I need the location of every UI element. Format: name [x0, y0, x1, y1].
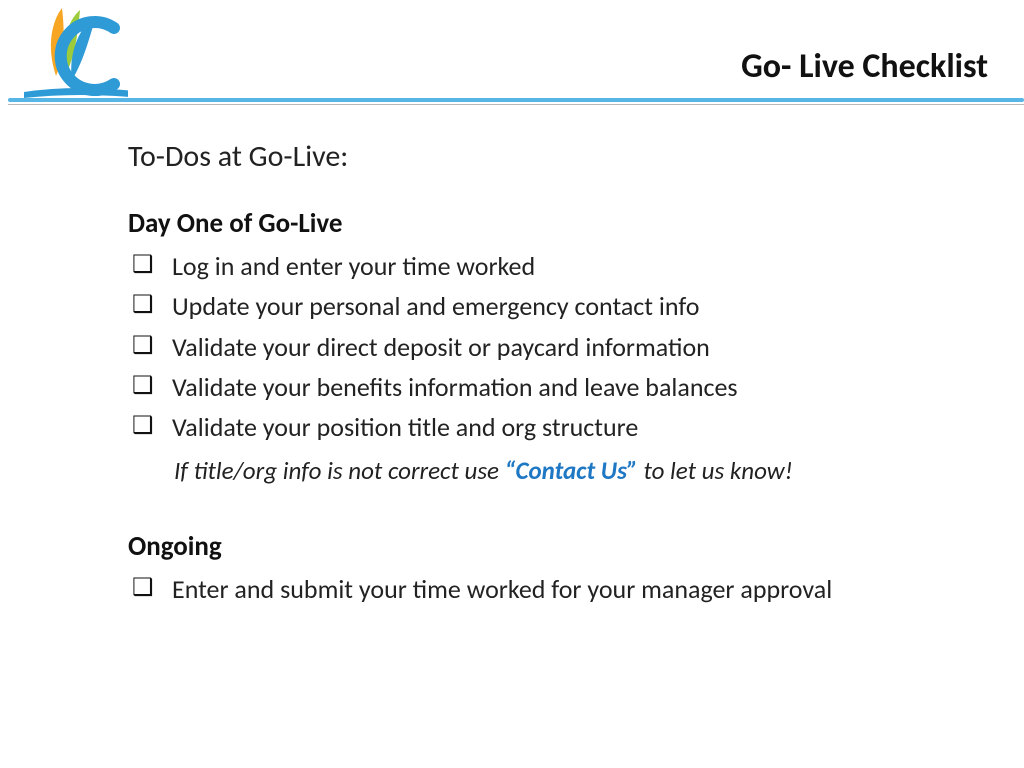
- divider-thick: [8, 98, 1024, 102]
- list-item: Enter and submit your time worked for yo…: [128, 569, 964, 609]
- note-pre: If title/org info is not correct use: [174, 455, 505, 486]
- content-area: To-Dos at Go-Live: Day One of Go-Live Lo…: [0, 110, 1024, 610]
- section-heading: Ongoing: [128, 530, 964, 563]
- page-title: Go- Live Checklist: [741, 46, 988, 87]
- note-highlight: “Contact Us”: [505, 455, 638, 486]
- subtitle: To-Dos at Go-Live:: [128, 138, 964, 175]
- divider-thin: [8, 104, 1024, 105]
- section-ongoing: Ongoing Enter and submit your time worke…: [128, 530, 964, 609]
- list-item: Validate your direct deposit or paycard …: [128, 327, 964, 367]
- section-day-one: Day One of Go-Live Log in and enter your…: [128, 207, 964, 486]
- checklist-day-one: Log in and enter your time worked Update…: [128, 246, 964, 447]
- note-text: If title/org info is not correct use “Co…: [128, 455, 964, 486]
- list-item: Update your personal and emergency conta…: [128, 286, 964, 326]
- checklist-ongoing: Enter and submit your time worked for yo…: [128, 569, 964, 609]
- note-post: to let us know!: [638, 455, 793, 486]
- section-heading: Day One of Go-Live: [128, 207, 964, 240]
- company-logo-icon: [18, 6, 128, 101]
- list-item: Log in and enter your time worked: [128, 246, 964, 286]
- list-item: Validate your position title and org str…: [128, 407, 964, 447]
- header: Go- Live Checklist: [0, 0, 1024, 110]
- list-item: Validate your benefits information and l…: [128, 367, 964, 407]
